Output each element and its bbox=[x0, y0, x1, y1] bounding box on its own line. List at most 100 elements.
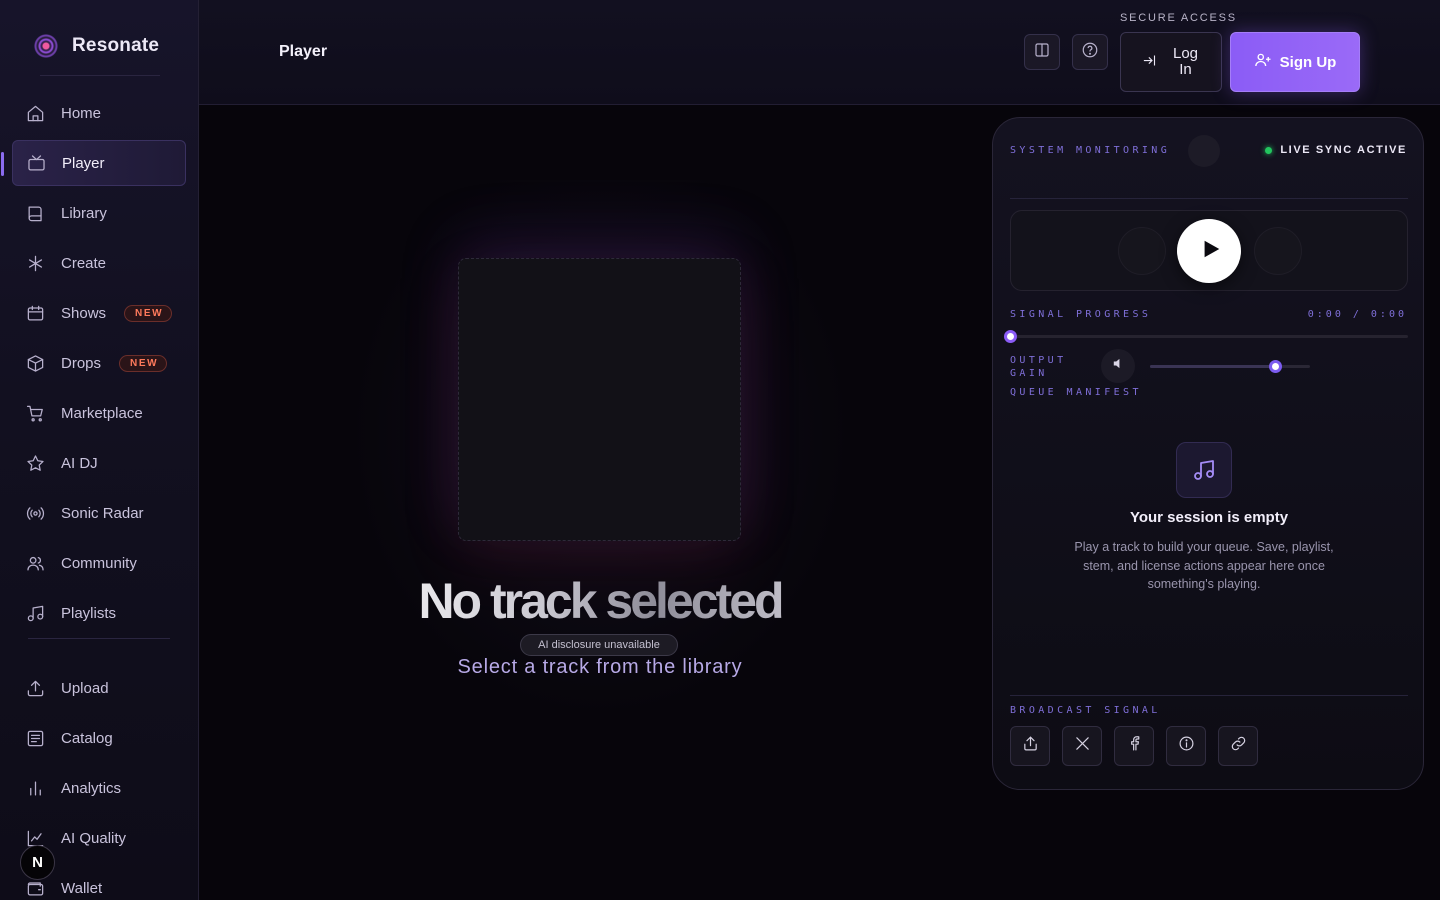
progress-slider[interactable] bbox=[1004, 330, 1408, 343]
signup-label: Sign Up bbox=[1279, 53, 1337, 71]
panel-divider bbox=[1010, 198, 1408, 199]
nav-divider bbox=[28, 638, 170, 639]
radar-icon bbox=[25, 503, 45, 523]
sidebar-item-label: Shows bbox=[61, 304, 107, 322]
empty-queue-description: Play a track to build your queue. Save, … bbox=[1074, 540, 1334, 591]
avatar[interactable]: N bbox=[20, 845, 55, 880]
sidebar-item-label: Community bbox=[61, 554, 137, 572]
sidebar-item-label: Home bbox=[61, 104, 102, 122]
toggle-panel-button[interactable] bbox=[1024, 34, 1060, 70]
volume-fill bbox=[1150, 365, 1275, 368]
sidebar-item-create[interactable]: Create bbox=[12, 240, 186, 286]
help-button[interactable] bbox=[1072, 34, 1108, 70]
transport-controls bbox=[1010, 210, 1408, 291]
facebook-icon bbox=[1126, 735, 1143, 757]
progress-handle[interactable] bbox=[1004, 330, 1017, 343]
tv-icon bbox=[26, 153, 46, 173]
queue-manifest-label: QUEUE MANIFEST bbox=[1010, 387, 1142, 398]
login-label: Log In bbox=[1172, 45, 1199, 78]
play-button[interactable] bbox=[1177, 219, 1241, 283]
play-icon bbox=[1196, 238, 1222, 265]
star-icon bbox=[25, 453, 45, 473]
volume-handle[interactable] bbox=[1268, 360, 1282, 373]
sidebar-item-label: Drops bbox=[61, 354, 102, 372]
volume-slider[interactable] bbox=[1150, 360, 1310, 373]
sidebar-item-home[interactable]: Home bbox=[12, 90, 186, 136]
system-monitoring-label: SYSTEM MONITORING bbox=[1010, 145, 1171, 156]
broadcast-signal-label: BROADCAST SIGNAL bbox=[1010, 705, 1161, 716]
wallet-icon bbox=[25, 878, 45, 898]
signup-button[interactable]: Sign Up bbox=[1230, 32, 1360, 92]
login-icon bbox=[1142, 53, 1157, 72]
link-icon bbox=[1230, 735, 1247, 757]
share-x-button[interactable] bbox=[1062, 726, 1102, 766]
sidebar-item-label: Playlists bbox=[61, 604, 117, 622]
sidebar-item-community[interactable]: Community bbox=[12, 540, 186, 586]
brand[interactable]: Resonate bbox=[32, 32, 159, 60]
share-actions bbox=[1010, 726, 1258, 766]
no-track-headline: No track selected bbox=[330, 572, 870, 630]
user-plus-icon bbox=[1254, 51, 1272, 73]
sidebar-item-label: Create bbox=[61, 254, 107, 272]
primary-nav: Home Player Library Create Shows NEW Dro… bbox=[1, 90, 186, 640]
page-title: Player bbox=[279, 43, 328, 60]
sidebar-item-shows[interactable]: Shows NEW bbox=[12, 290, 186, 336]
sidebar-item-sonic-radar[interactable]: Sonic Radar bbox=[12, 490, 186, 536]
package-icon bbox=[25, 353, 45, 373]
help-icon bbox=[1081, 41, 1099, 64]
signal-progress-label: SIGNAL PROGRESS bbox=[1010, 309, 1152, 320]
sidebar-item-upload[interactable]: Upload bbox=[12, 665, 186, 711]
login-button[interactable]: Log In bbox=[1120, 32, 1222, 92]
previous-button[interactable] bbox=[1118, 227, 1166, 275]
info-icon bbox=[1178, 735, 1195, 757]
next-button[interactable] bbox=[1254, 227, 1302, 275]
output-gain-label: OUTPUT GAIN bbox=[1010, 355, 1067, 379]
sidebar-item-drops[interactable]: Drops NEW bbox=[12, 340, 186, 386]
share-icon bbox=[1022, 735, 1039, 757]
share-facebook-button[interactable] bbox=[1114, 726, 1154, 766]
sidebar-item-label: Analytics bbox=[61, 779, 122, 797]
x-logo-icon bbox=[1074, 735, 1091, 757]
live-sync-label: LIVE SYNC ACTIVE bbox=[1280, 144, 1407, 156]
empty-queue-title: Your session is empty bbox=[1129, 509, 1289, 526]
volume-icon bbox=[1112, 357, 1125, 375]
sidebar-item-label: Player bbox=[62, 154, 105, 172]
info-button[interactable] bbox=[1166, 726, 1206, 766]
mute-button[interactable] bbox=[1101, 349, 1135, 383]
sidebar-item-player[interactable]: Player bbox=[1, 140, 186, 186]
control-panel: SYSTEM MONITORING LIVE SYNC ACTIVE SIGNA… bbox=[992, 117, 1424, 790]
sidebar-item-playlists[interactable]: Playlists bbox=[12, 590, 186, 636]
sidebar-item-library[interactable]: Library bbox=[12, 190, 186, 236]
list-icon bbox=[25, 728, 45, 748]
sidebar-item-analytics[interactable]: Analytics bbox=[12, 765, 186, 811]
select-track-hint[interactable]: Select a track from the library bbox=[330, 656, 870, 679]
sidebar-item-catalog[interactable]: Catalog bbox=[12, 715, 186, 761]
bar-chart-icon bbox=[25, 778, 45, 798]
sidebar-item-label: Sonic Radar bbox=[61, 504, 144, 522]
share-button[interactable] bbox=[1010, 726, 1050, 766]
copy-link-button[interactable] bbox=[1218, 726, 1258, 766]
live-sync-status: LIVE SYNC ACTIVE bbox=[1265, 144, 1407, 156]
sidebar-panel-icon bbox=[1033, 41, 1051, 64]
new-badge: NEW bbox=[119, 354, 168, 372]
monitoring-indicator bbox=[1188, 135, 1220, 167]
resonate-logo-icon bbox=[32, 32, 60, 60]
brand-name: Resonate bbox=[72, 35, 160, 56]
music-note-icon bbox=[1176, 442, 1232, 498]
sidebar-item-label: Wallet bbox=[61, 879, 103, 897]
sidebar-item-ai-dj[interactable]: AI DJ bbox=[12, 440, 186, 486]
users-icon bbox=[25, 553, 45, 573]
ai-disclosure-badge: AI disclosure unavailable bbox=[520, 634, 678, 656]
sidebar-item-marketplace[interactable]: Marketplace bbox=[12, 390, 186, 436]
new-badge: NEW bbox=[124, 304, 173, 322]
cart-icon bbox=[25, 403, 45, 423]
panel-divider bbox=[1010, 695, 1408, 696]
sidebar-item-label: Marketplace bbox=[61, 404, 143, 422]
brand-divider bbox=[40, 75, 160, 76]
album-artwork-placeholder bbox=[458, 258, 741, 541]
top-header: Player SECURE ACCESS Log In Sign Up bbox=[199, 0, 1440, 105]
sidebar: Resonate Home Player Library Create Show… bbox=[0, 0, 199, 900]
secure-access-label: SECURE ACCESS bbox=[1120, 12, 1237, 24]
time-readout: 0:00 / 0:00 bbox=[1307, 309, 1407, 320]
upload-icon bbox=[25, 678, 45, 698]
